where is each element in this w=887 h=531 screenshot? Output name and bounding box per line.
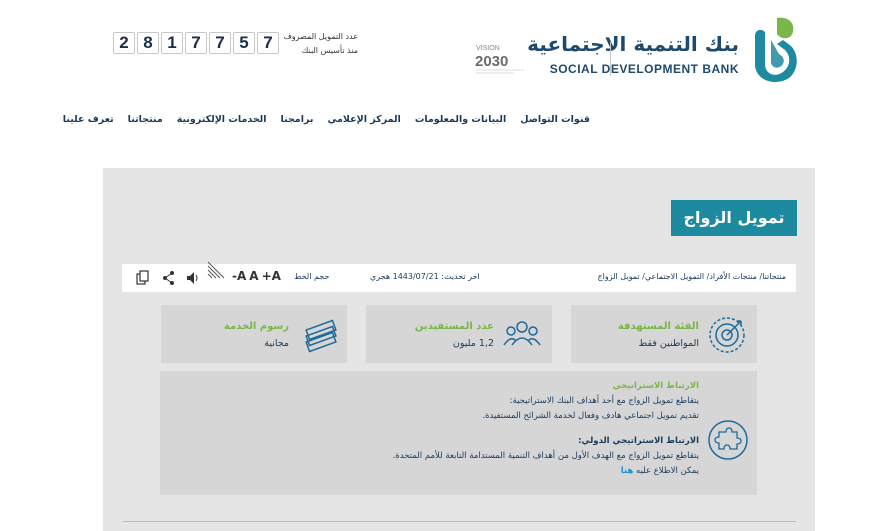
- logo-divider: [610, 42, 611, 76]
- share-icon[interactable]: [162, 270, 176, 286]
- info-card-fees: رسوم الخدمة مجانية: [161, 305, 347, 363]
- page-toolbar: منتجاتنا/ منتجات الأفراد/ التمويل الاجتم…: [122, 261, 796, 292]
- card-title: عدد المستفيدين: [414, 321, 494, 332]
- strategy-section: الارتباط الاستراتيجي يتقاطع تمويل الزواج…: [160, 371, 757, 495]
- users-icon: [503, 321, 541, 346]
- site-header: بنك التنمية الاجتماعية SOCIAL DEVELOPMEN…: [0, 0, 887, 100]
- money-icon: [305, 319, 337, 353]
- nav-item-contact[interactable]: قنوات التواصل: [520, 114, 590, 125]
- counter-digit: 2: [113, 32, 135, 54]
- font-decrease-button[interactable]: -A: [232, 269, 246, 283]
- strategy-line: يمكن الاطلاع عليه هنا: [179, 464, 699, 479]
- card-value: مجانية: [264, 338, 289, 349]
- counter-label: عدد التمويل المصروف منذ تأسيس البنك: [278, 30, 358, 58]
- counter-digit: 5: [233, 32, 255, 54]
- counter-label-line-2: منذ تأسيس البنك: [301, 46, 358, 55]
- financing-counter: 2 8 1 7 7 5 7: [113, 32, 279, 54]
- speaker-icon[interactable]: [186, 270, 200, 286]
- strategy-heading: الارتباط الاستراتيجي: [612, 381, 699, 391]
- nav-item-media-center[interactable]: المركز الإعلامي: [327, 114, 400, 125]
- strategy-line: يتقاطع تمويل الزواج مع أحد أهداف البنك ا…: [509, 396, 699, 406]
- font-size-label: حجم الخط: [294, 272, 330, 281]
- font-normal-button[interactable]: A: [249, 269, 258, 283]
- card-value: المواطنين فقط: [638, 338, 699, 349]
- last-updated: اخر تحديث: 1443/07/21 هجري: [370, 272, 480, 281]
- strategy-line: تقديم تمويل اجتماعي هادف وفعال لخدمة الش…: [482, 411, 699, 421]
- strategy-line: يتقاطع تمويل الزواج مع الهدف الأول من أه…: [392, 451, 699, 461]
- page-title: تمويل الزواج: [671, 200, 797, 236]
- font-size-controls: -A A +A: [232, 269, 281, 283]
- info-card-beneficiaries: عدد المستفيدين 1,2 مليون: [366, 305, 552, 363]
- nav-item-programs[interactable]: برامجنا: [281, 114, 314, 125]
- nav-item-products[interactable]: منتجاتنا: [128, 114, 163, 125]
- vision-year: 2030: [475, 53, 508, 70]
- counter-digit: 8: [137, 32, 159, 54]
- counter-digit: 7: [209, 32, 231, 54]
- copy-icon[interactable]: [136, 270, 150, 286]
- card-value: 1,2 مليون: [452, 338, 494, 349]
- card-title: الفئة المستهدفة: [617, 321, 699, 332]
- counter-digit: 1: [161, 32, 183, 54]
- divider: [122, 521, 796, 522]
- counter-label-line-1: عدد التمويل المصروف: [283, 32, 358, 41]
- nav-item-e-services[interactable]: الخدمات الإلكترونية: [177, 114, 267, 125]
- contrast-icon[interactable]: [206, 260, 226, 282]
- counter-digit: 7: [185, 32, 207, 54]
- counter-digit: 7: [257, 32, 279, 54]
- logo-text-arabic: بنك التنمية الاجتماعية: [527, 32, 739, 56]
- here-link[interactable]: هنا: [621, 466, 634, 476]
- main-nav: تعرف علينا منتجاتنا الخدمات الإلكترونية …: [63, 114, 590, 125]
- vision-2030-logo: VISION 2030: [475, 45, 524, 74]
- breadcrumb[interactable]: منتجاتنا/ منتجات الأفراد/ التمويل الاجتم…: [597, 272, 786, 281]
- sdb-logo-icon: [755, 17, 797, 82]
- target-icon: [709, 317, 745, 353]
- info-card-target: الفئة المستهدفة المواطنين فقط: [571, 305, 757, 363]
- nav-item-about[interactable]: تعرف علينا: [63, 114, 114, 125]
- font-increase-button[interactable]: +A: [262, 269, 281, 283]
- card-title: رسوم الخدمة: [223, 321, 289, 332]
- vision-label: VISION: [476, 45, 500, 52]
- strategy-link-prefix: يمكن الاطلاع عليه: [636, 466, 699, 476]
- international-strategy-heading: الارتباط الاستراتيجي الدولي:: [578, 436, 699, 446]
- nav-item-data[interactable]: البيانات والمعلومات: [415, 114, 506, 125]
- strategy-text: الارتباط الاستراتيجي يتقاطع تمويل الزواج…: [179, 379, 699, 479]
- logo-text-english: SOCIAL DEVELOPMENT BANK: [549, 62, 739, 76]
- puzzle-icon: [708, 420, 748, 460]
